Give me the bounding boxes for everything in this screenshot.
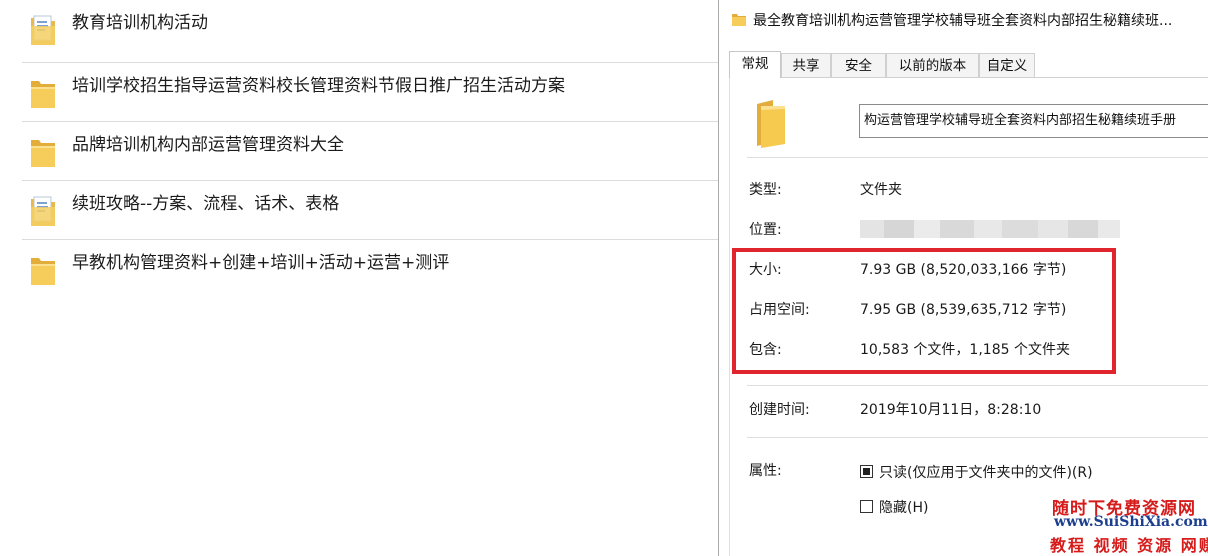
disk-size-value: 7.95 GB (8,539,635,712 字节)	[860, 302, 1067, 318]
hidden-checkbox[interactable]	[860, 500, 873, 513]
location-label: 位置:	[749, 222, 782, 238]
folder-icon	[31, 258, 55, 285]
created-label: 创建时间:	[749, 402, 810, 418]
contains-value: 10,583 个文件，1,185 个文件夹	[860, 342, 1070, 358]
divider	[747, 437, 1208, 438]
divider	[747, 157, 1208, 158]
folder-icon	[31, 140, 55, 167]
divider	[747, 385, 1208, 386]
file-name: 教育培训机构活动	[72, 13, 208, 33]
contains-label: 包含:	[749, 342, 782, 358]
file-row-3[interactable]: 续班攻略--方案、流程、话术、表格	[22, 180, 722, 238]
tab-general[interactable]: 常规	[729, 51, 781, 78]
readonly-label: 只读(仅应用于文件夹中的文件)(R)	[879, 465, 1093, 481]
attributes-label: 属性:	[749, 463, 782, 479]
title-bar[interactable]: 最全教育培训机构运营管理学校辅导班全套资料内部招生秘籍续班...	[719, 0, 1208, 40]
type-value: 文件夹	[860, 182, 902, 198]
file-row-1[interactable]: 培训学校招生指导运营资料校长管理资料节假日推广招生活动方案	[22, 62, 722, 120]
dialog-title: 最全教育培训机构运营管理学校辅导班全套资料内部招生秘籍续班...	[753, 13, 1173, 29]
file-name: 品牌培训机构内部运营管理资料大全	[72, 135, 344, 155]
readonly-checkbox[interactable]	[860, 465, 873, 478]
watermark-line3: 教程 视频 资源 网赚	[1050, 536, 1208, 555]
file-name: 培训学校招生指导运营资料校长管理资料节假日推广招生活动方案	[72, 76, 565, 96]
tab-security[interactable]: 安全	[831, 53, 886, 77]
large-folder-icon	[757, 100, 785, 148]
file-row-0[interactable]: 教育培训机构活动	[22, 0, 722, 58]
size-value: 7.93 GB (8,520,033,166 字节)	[860, 262, 1067, 278]
tab-previous-versions[interactable]: 以前的版本	[886, 53, 979, 77]
document-folder-icon	[31, 196, 55, 226]
folder-name-input[interactable]: 构运营管理学校辅导班全套资料内部招生秘籍续班手册	[859, 104, 1208, 138]
tab-customize[interactable]: 自定义	[979, 53, 1035, 77]
file-row-4[interactable]: 早教机构管理资料+创建+培训+活动+运营+测评	[22, 239, 722, 297]
folder-icon	[732, 14, 746, 26]
hidden-label: 隐藏(H)	[879, 500, 929, 516]
size-label: 大小:	[749, 262, 782, 278]
file-name: 早教机构管理资料+创建+培训+活动+运营+测评	[72, 253, 450, 273]
document-folder-icon	[31, 15, 55, 45]
file-row-2[interactable]: 品牌培训机构内部运营管理资料大全	[22, 121, 722, 179]
watermark-line2: www.SuiShiXia.com	[1054, 514, 1208, 530]
watermark: 随时下免费资源网 www.SuiShiXia.com 教程 视频 资源 网赚	[1040, 494, 1208, 556]
created-value: 2019年10月11日，8:28:10	[860, 402, 1042, 418]
folder-icon	[31, 81, 55, 108]
properties-dialog: 最全教育培训机构运营管理学校辅导班全套资料内部招生秘籍续班... 常规 共享 安…	[718, 0, 1208, 556]
type-label: 类型:	[749, 182, 782, 198]
tab-sharing[interactable]: 共享	[781, 53, 831, 77]
file-name: 续班攻略--方案、流程、话术、表格	[72, 194, 340, 214]
disk-size-label: 占用空间:	[749, 302, 810, 318]
